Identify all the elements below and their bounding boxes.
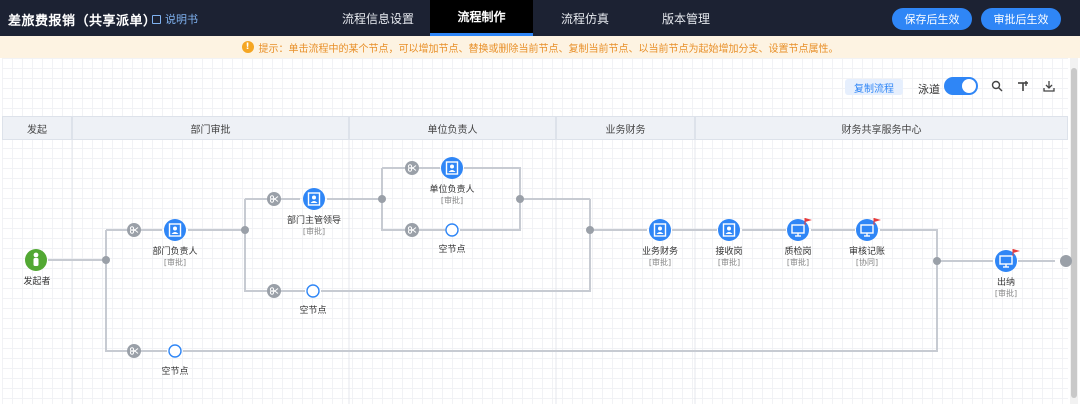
monitor-icon [855,218,879,242]
qc-label[interactable]: 质检岗 [784,244,811,257]
branch-cut-icon [266,283,282,299]
dept-head-label[interactable]: 部门负责人 [152,244,197,257]
dept-head-type: [审批] [163,258,187,267]
biz-finance-type: [审批] [648,258,672,267]
empty-node-icon [445,223,459,237]
review-label[interactable]: 审核记账 [849,244,885,257]
biz-finance-label[interactable]: 业务财务 [642,244,678,257]
person-icon [302,187,326,211]
initiator-node-icon [25,249,47,271]
empty-node-label[interactable]: 空节点 [299,303,326,316]
empty-node-icon [168,344,182,358]
unit-head-type: [审批] [440,196,464,205]
receiver-type: [审批] [717,258,741,267]
person-icon [163,218,187,242]
qc-type: [审批] [786,258,810,267]
person-icon [648,218,672,242]
review-type: [协同] [855,258,879,267]
person-icon [717,218,741,242]
person-icon [440,156,464,180]
empty-node-label[interactable]: 空节点 [438,242,465,255]
branch-cut-icon [266,191,282,207]
monitor-icon [994,249,1018,273]
dept-leader-label[interactable]: 部门主管领导 [287,213,341,226]
monitor-icon [786,218,810,242]
receiver-label[interactable]: 接收岗 [715,244,742,257]
branch-cut-icon [126,343,142,359]
branch-cut-icon [126,222,142,238]
cashier-type: [审批] [994,289,1018,298]
cashier-label[interactable]: 出纳 [997,275,1015,288]
unit-head-label[interactable]: 单位负责人 [429,182,474,195]
dept-leader-type: [审批] [302,227,326,236]
initiator-label[interactable]: 发起者 [23,274,50,287]
branch-cut-icon [404,222,420,238]
offscreen-node-icon [1060,255,1072,267]
empty-node-icon [306,284,320,298]
branch-cut-icon [404,160,420,176]
empty-node-label[interactable]: 空节点 [161,364,188,377]
flow-diagram [25,140,1072,404]
